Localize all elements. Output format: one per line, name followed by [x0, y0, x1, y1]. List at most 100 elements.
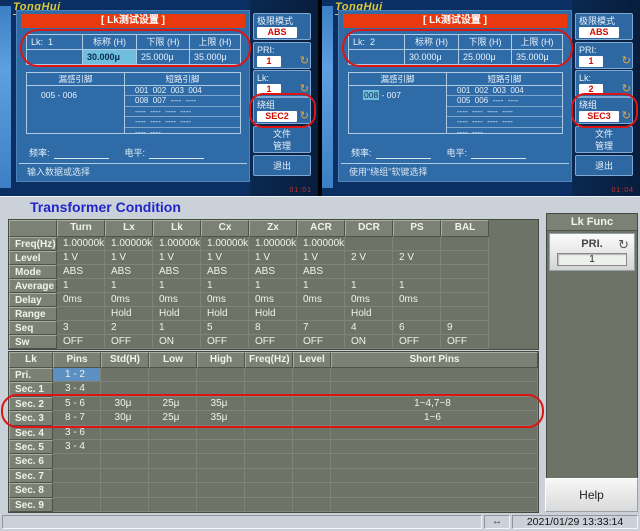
lk-value-cell[interactable] [293, 411, 331, 425]
lk-value-cell[interactable] [101, 368, 149, 382]
lk-value-cell[interactable] [197, 368, 245, 382]
condition-cell[interactable] [393, 307, 441, 321]
lk-value-cell[interactable] [197, 426, 245, 440]
condition-cell[interactable]: 2 V [345, 251, 393, 265]
lk-value-cell[interactable] [149, 382, 197, 396]
short-pins-row[interactable]: ---- ---- ---- ---- [125, 107, 240, 117]
condition-cell[interactable] [441, 265, 489, 279]
lk-value-cell[interactable] [331, 483, 538, 497]
lk-value-cell[interactable] [197, 469, 245, 483]
lk-value-cell[interactable]: 30μ [101, 411, 149, 425]
condition-cell[interactable]: OFF [393, 335, 441, 349]
lk-value-cell[interactable] [149, 498, 197, 512]
condition-cell[interactable]: 1.00000k [153, 237, 201, 251]
frequency-input[interactable] [54, 149, 109, 159]
condition-cell[interactable] [441, 251, 489, 265]
level-input[interactable] [471, 149, 526, 159]
condition-cell[interactable]: 0ms [297, 293, 345, 307]
lk-value-cell[interactable] [293, 426, 331, 440]
condition-cell[interactable]: OFF [297, 335, 345, 349]
pins-cell[interactable]: 5 - 6 [53, 397, 101, 411]
condition-cell[interactable]: Hold [345, 307, 393, 321]
softkey-pri[interactable]: PRI: 1 ↻ [575, 42, 633, 69]
lk-value-cell[interactable] [149, 426, 197, 440]
low-limit-value[interactable]: 25.000μ [137, 50, 189, 64]
lk-value-cell[interactable] [197, 454, 245, 468]
frequency-input[interactable] [376, 149, 431, 159]
condition-cell[interactable]: 6 [393, 321, 441, 335]
condition-cell[interactable]: 1 [201, 279, 249, 293]
softkey-winding[interactable]: 绕组 SEC2 ↻ [253, 97, 311, 124]
softkey-limit-mode[interactable]: 极限模式 ABS [575, 13, 633, 40]
lk-value-cell[interactable] [245, 411, 293, 425]
lk-value-cell[interactable] [245, 469, 293, 483]
condition-cell[interactable]: OFF [105, 335, 153, 349]
lk-value-cell[interactable] [101, 440, 149, 454]
high-limit-value[interactable]: 35.000μ [512, 50, 562, 64]
condition-cell[interactable]: OFF [57, 335, 105, 349]
condition-cell[interactable]: 0ms [249, 293, 297, 307]
condition-cell[interactable]: 1 V [153, 251, 201, 265]
softkey-file-manage[interactable]: 文件 管理 [575, 126, 633, 153]
condition-cell[interactable]: 1 [153, 321, 201, 335]
pins-cell[interactable]: 1 - 2 [53, 368, 101, 382]
condition-cell[interactable]: ON [153, 335, 201, 349]
condition-cell[interactable]: ABS [201, 265, 249, 279]
lk-value-cell[interactable] [245, 382, 293, 396]
lk-value-cell[interactable] [149, 440, 197, 454]
condition-cell[interactable]: 0ms [105, 293, 153, 307]
condition-cell[interactable]: 0ms [201, 293, 249, 307]
condition-cell[interactable]: 2 V [393, 251, 441, 265]
condition-cell[interactable]: 4 [345, 321, 393, 335]
short-pins-row[interactable]: ---- ---- [125, 128, 240, 137]
lk-value-cell[interactable] [293, 440, 331, 454]
condition-cell[interactable]: 7 [297, 321, 345, 335]
condition-cell[interactable] [393, 265, 441, 279]
condition-cell[interactable]: 1 [249, 279, 297, 293]
lk-value-cell[interactable] [245, 483, 293, 497]
softkey-file-manage[interactable]: 文件 管理 [253, 126, 311, 153]
condition-cell[interactable] [441, 307, 489, 321]
help-button[interactable]: Help [545, 478, 638, 512]
condition-cell[interactable] [441, 237, 489, 251]
short-pins-row[interactable]: ---- ---- ---- ---- [447, 117, 562, 127]
condition-cell[interactable]: 0ms [393, 293, 441, 307]
condition-cell[interactable]: ABS [57, 265, 105, 279]
condition-cell[interactable]: 1 [345, 279, 393, 293]
short-pins-row[interactable]: ---- ---- [447, 128, 562, 137]
softkey-pri[interactable]: PRI: 1 ↻ [253, 42, 311, 69]
softkey-exit[interactable]: 退出 [575, 155, 633, 176]
softkey-lk[interactable]: Lk: 1 ↻ [253, 70, 311, 97]
condition-cell[interactable]: 0ms [153, 293, 201, 307]
lk-value-cell[interactable] [149, 483, 197, 497]
lk-value-cell[interactable] [149, 469, 197, 483]
lk-value-cell[interactable]: 25μ [149, 411, 197, 425]
lk-value-cell[interactable] [331, 368, 538, 382]
lk-value-cell[interactable] [293, 498, 331, 512]
condition-cell[interactable]: 3 [57, 321, 105, 335]
lk-value-cell[interactable] [293, 368, 331, 382]
condition-cell[interactable]: ABS [249, 265, 297, 279]
condition-cell[interactable]: Hold [249, 307, 297, 321]
lk-value-cell[interactable] [293, 483, 331, 497]
short-pins-row[interactable]: 005 006 ---- ---- [447, 96, 562, 106]
lk-value-cell[interactable] [101, 382, 149, 396]
condition-cell[interactable]: OFF [249, 335, 297, 349]
condition-cell[interactable]: ON [345, 335, 393, 349]
lk-value-cell[interactable] [101, 426, 149, 440]
pins-cell[interactable]: 3 - 4 [53, 382, 101, 396]
softkey-exit[interactable]: 退出 [253, 155, 311, 176]
pins-cell[interactable]: 8 - 7 [53, 411, 101, 425]
condition-cell[interactable] [345, 237, 393, 251]
short-pins-row[interactable]: ---- ---- ---- ---- [125, 117, 240, 127]
lk-value-cell[interactable] [149, 368, 197, 382]
pins-cell[interactable]: 3 - 4 [53, 440, 101, 454]
pins-cell[interactable]: 3 - 6 [53, 426, 101, 440]
condition-cell[interactable]: ABS [105, 265, 153, 279]
condition-cell[interactable]: 2 [105, 321, 153, 335]
softkey-limit-mode[interactable]: 极限模式 ABS [253, 13, 311, 40]
pins-cell[interactable] [53, 498, 101, 512]
lk-value-cell[interactable] [197, 498, 245, 512]
condition-cell[interactable] [345, 265, 393, 279]
lk-value-cell[interactable] [331, 382, 538, 396]
